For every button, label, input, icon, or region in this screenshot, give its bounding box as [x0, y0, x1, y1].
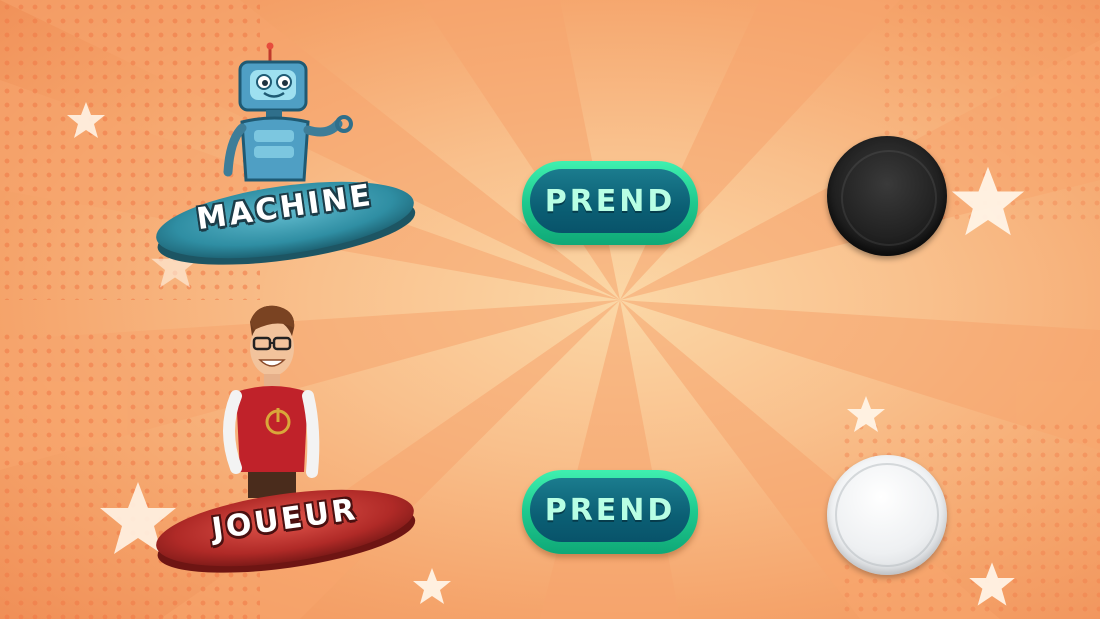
star-icon	[969, 562, 1015, 606]
player-avatar-icon	[223, 305, 320, 498]
robot-icon	[223, 42, 353, 182]
machine-prend-button[interactable]: PREND	[522, 161, 698, 245]
game-scene: MACHINE JOUEUR PREND PREND	[0, 0, 1100, 619]
star-icon	[847, 396, 885, 432]
star-icon	[951, 166, 1025, 236]
black-piece-icon[interactable]	[827, 136, 947, 256]
player-prend-label: PREND	[544, 492, 676, 528]
star-icon	[67, 102, 105, 138]
machine-prend-label: PREND	[544, 183, 676, 219]
player-prend-button[interactable]: PREND	[522, 470, 698, 554]
white-piece-icon[interactable]	[827, 455, 947, 575]
